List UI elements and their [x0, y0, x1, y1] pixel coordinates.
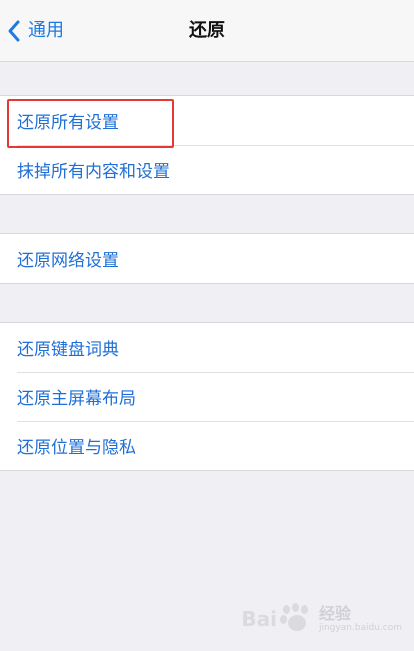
watermark-text: 经验: [318, 603, 351, 623]
watermark-url: jingyan.baidu.com: [318, 622, 402, 633]
reset-keyboard-dictionary-label: 还原键盘词典: [17, 340, 119, 360]
reset-group-3: 还原键盘词典 还原主屏幕布局 还原位置与隐私: [0, 322, 414, 471]
reset-home-screen-layout-label: 还原主屏幕布局: [17, 389, 136, 409]
watermark-brand: Bai: [241, 607, 277, 631]
page-title: 还原: [189, 20, 225, 41]
erase-all-content-label: 抹掉所有内容和设置: [17, 162, 170, 182]
navigation-bar: 通用 还原: [0, 0, 414, 62]
erase-all-content-row[interactable]: 抹掉所有内容和设置: [0, 145, 414, 194]
reset-network-settings-label: 还原网络设置: [17, 251, 119, 271]
reset-group-1: 还原所有设置 抹掉所有内容和设置: [0, 95, 414, 195]
paw-icon: [279, 603, 315, 635]
reset-all-settings-label: 还原所有设置: [17, 113, 119, 133]
reset-all-settings-row[interactable]: 还原所有设置: [0, 96, 414, 145]
baidu-jingyan-watermark: Bai 经验 jingyan.baidu.com: [241, 603, 402, 635]
reset-home-screen-layout-row[interactable]: 还原主屏幕布局: [0, 372, 414, 421]
reset-network-settings-row[interactable]: 还原网络设置: [0, 234, 414, 283]
reset-location-privacy-label: 还原位置与隐私: [17, 438, 136, 458]
reset-keyboard-dictionary-row[interactable]: 还原键盘词典: [0, 323, 414, 372]
reset-location-privacy-row[interactable]: 还原位置与隐私: [0, 421, 414, 470]
reset-group-2: 还原网络设置: [0, 233, 414, 284]
